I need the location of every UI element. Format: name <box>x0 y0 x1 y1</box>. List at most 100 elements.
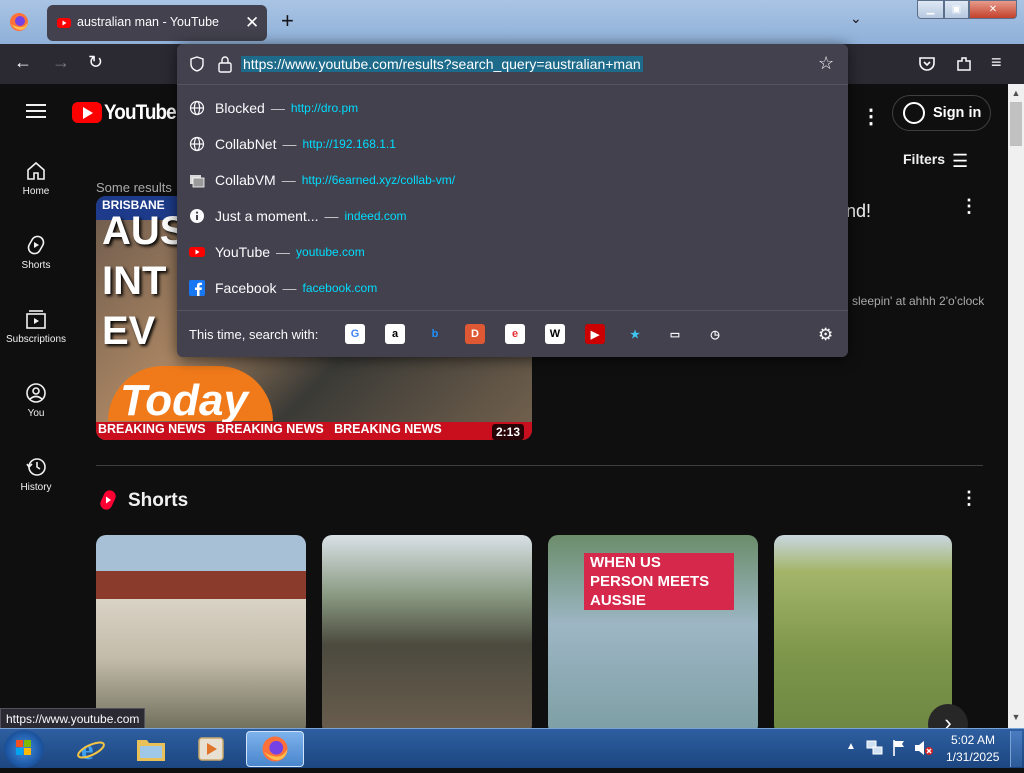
suggestion-row[interactable]: Just a moment... — indeed.com <box>189 205 407 227</box>
suggestion-title: CollabNet <box>215 136 277 152</box>
filters-sliders-icon[interactable]: ☰ <box>952 151 968 172</box>
internet-explorer-icon: e <box>77 735 105 764</box>
taskbar-media-player[interactable] <box>182 731 240 767</box>
suggestion-url: indeed.com <box>344 209 407 223</box>
thumbnail-headline: AUS INT EV <box>102 209 187 353</box>
suggestion-row[interactable]: Blocked — http://dro.pm <box>189 97 358 119</box>
suggestion-dash: — <box>282 280 297 296</box>
minimize-button[interactable]: ▁ <box>917 0 944 19</box>
status-bar-url: https://www.youtube.com <box>0 708 146 728</box>
tab-youtube[interactable]: australian man - YouTube ✕ <box>47 5 267 41</box>
suggestion-row[interactable]: CollabVM — http://6earned.xyz/collab-vm/ <box>189 169 455 191</box>
taskbar-internet-explorer[interactable]: e <box>62 731 120 767</box>
back-arrow-icon[interactable]: ← <box>14 52 32 73</box>
google-engine-icon[interactable]: G <box>345 324 365 344</box>
bing-engine-icon[interactable]: b <box>425 324 445 344</box>
shorts-more-icon[interactable]: ⋮ <box>960 488 978 509</box>
windows-logo-icon <box>16 740 31 755</box>
lock-icon[interactable] <box>217 55 233 73</box>
settings-kebab-icon[interactable]: ⋮ <box>861 104 881 129</box>
scroll-down-arrow-icon[interactable]: ▼ <box>1008 712 1024 722</box>
today-logo-text: Today <box>120 376 248 425</box>
tab-close-icon[interactable]: ✕ <box>245 13 259 33</box>
tracking-protection-shield-icon[interactable] <box>189 56 205 72</box>
scroll-thumb[interactable] <box>1010 102 1022 146</box>
menu-icon[interactable]: ≡ <box>991 52 1002 73</box>
search-settings-gear-icon[interactable]: ⚙ <box>818 325 833 345</box>
extensions-icon[interactable] <box>955 55 973 73</box>
video-more-icon[interactable]: ⋮ <box>960 196 978 217</box>
start-orb-button[interactable] <box>4 730 44 768</box>
suggestion-title: Just a moment... <box>215 208 319 224</box>
suggestion-dash: — <box>270 100 285 116</box>
sidebar-label-history: History <box>20 482 52 493</box>
wikipedia-engine-icon[interactable]: W <box>545 324 565 344</box>
new-tab-button[interactable]: + <box>281 10 294 32</box>
taskbar-firefox[interactable] <box>246 731 304 767</box>
sidebar-item-history[interactable]: History <box>0 456 72 493</box>
windows-taskbar: e ▲ 5:02 AM 1/31/2025 <box>0 728 1024 768</box>
suggestion-row[interactable]: CollabNet — http://192.168.1.1 <box>189 133 396 155</box>
clock-time[interactable]: 5:02 AM <box>951 733 995 747</box>
volume-muted-icon[interactable] <box>914 740 934 756</box>
ebay-engine-icon[interactable]: e <box>505 324 525 344</box>
sidebar-item-shorts[interactable]: Shorts <box>0 234 72 271</box>
section-divider <box>96 465 983 466</box>
taskbar-file-explorer[interactable] <box>122 731 180 767</box>
short-card[interactable]: WHEN US PERSON MEETS AUSSIE <box>548 535 758 728</box>
firefox-icon[interactable] <box>6 10 32 34</box>
sidebar-item-you[interactable]: You <box>0 382 72 419</box>
account-icon <box>903 102 925 124</box>
sign-in-button[interactable]: Sign in <box>892 95 991 131</box>
amazon-engine-icon[interactable]: a <box>385 324 405 344</box>
short-card[interactable] <box>774 535 952 728</box>
sidebar-item-home[interactable]: Home <box>0 160 72 197</box>
bookmarks-icon[interactable]: ★ <box>625 324 645 344</box>
suggestion-row[interactable]: YouTube — youtube.com <box>189 241 365 263</box>
bookmark-star-icon[interactable]: ☆ <box>818 53 834 74</box>
forward-arrow-icon[interactable]: → <box>52 52 70 73</box>
page-scrollbar[interactable]: ▲ ▼ <box>1008 84 1024 728</box>
reload-icon[interactable]: ↻ <box>88 52 103 73</box>
duckduckgo-engine-icon[interactable]: D <box>465 324 485 344</box>
tab-strip: australian man - YouTube ✕ + ⌄ ▁ ▣ ✕ <box>0 0 1024 44</box>
history-icon[interactable]: ◷ <box>705 324 725 344</box>
pocket-icon[interactable] <box>918 55 936 73</box>
search-with-label: This time, search with: <box>189 327 319 342</box>
url-input[interactable]: https://www.youtube.com/results?search_q… <box>241 56 643 72</box>
shorts-icon <box>27 235 45 255</box>
youtube-logo-icon[interactable] <box>72 102 102 123</box>
suggestion-url: facebook.com <box>302 281 378 295</box>
facebook-icon <box>189 280 205 296</box>
subscriptions-icon <box>26 310 46 329</box>
guide-menu-icon[interactable] <box>26 104 46 118</box>
history-icon <box>26 458 46 476</box>
network-icon[interactable] <box>866 740 884 756</box>
sidebar-label-shorts: Shorts <box>21 260 51 271</box>
close-window-button[interactable]: ✕ <box>969 0 1017 19</box>
maximize-button[interactable]: ▣ <box>944 0 969 19</box>
sidebar-label-you: You <box>27 408 45 419</box>
home-icon <box>27 161 45 180</box>
scroll-up-arrow-icon[interactable]: ▲ <box>1008 88 1024 98</box>
tab-list-chevron-icon[interactable]: ⌄ <box>850 10 862 27</box>
sidebar-item-subscriptions[interactable]: Subscriptions <box>0 308 72 345</box>
short-card[interactable] <box>96 535 306 728</box>
clock-date[interactable]: 1/31/2025 <box>946 750 999 764</box>
action-center-flag-icon[interactable] <box>892 739 906 757</box>
suggestion-row[interactable]: Facebook — facebook.com <box>189 277 377 299</box>
show-desktop-button[interactable] <box>1010 731 1022 767</box>
youtube-wordmark[interactable]: YouTube <box>104 101 177 125</box>
show-hidden-icons-arrow[interactable]: ▲ <box>846 741 856 752</box>
suggestion-dash: — <box>324 208 339 224</box>
short-card[interactable] <box>322 535 532 728</box>
filters-button[interactable]: Filters <box>903 151 945 167</box>
info-icon <box>189 208 205 224</box>
suggestion-title: Blocked <box>215 100 265 116</box>
suggestion-title: CollabVM <box>215 172 276 188</box>
video-duration-badge: 2:13 <box>492 424 525 440</box>
youtube-engine-icon[interactable]: ▶ <box>585 324 605 344</box>
suggestion-title: Facebook <box>215 280 277 296</box>
video-title[interactable]: nd! <box>846 201 871 222</box>
tabs-icon[interactable]: ▭ <box>665 324 685 344</box>
